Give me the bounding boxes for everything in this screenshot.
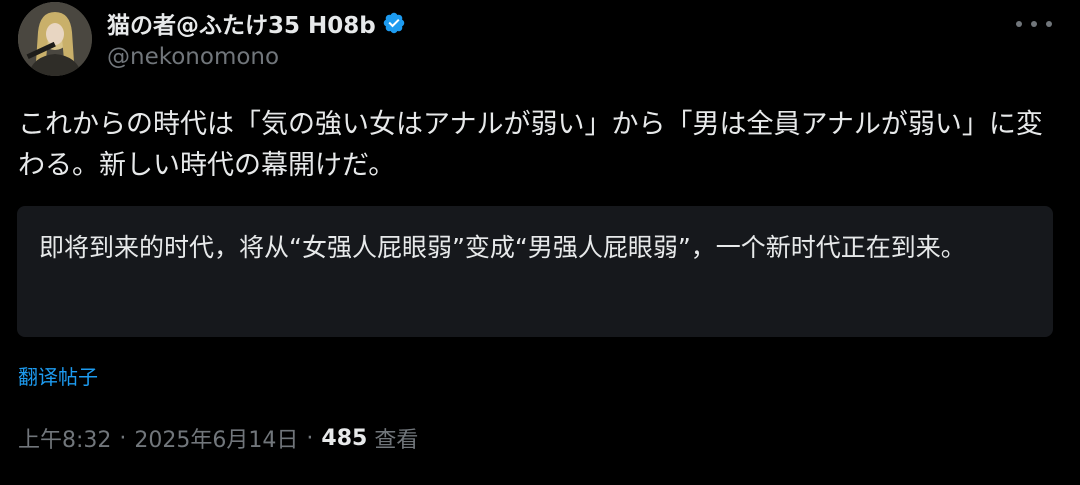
translation-text: 即将到来的时代，将从“女强人屁眼弱”变成“男强人屁眼弱”，一个新时代正在到来。 bbox=[39, 233, 966, 262]
more-dot bbox=[1016, 21, 1022, 27]
avatar[interactable] bbox=[18, 2, 92, 76]
views-count[interactable]: 485 bbox=[321, 426, 367, 451]
avatar-image bbox=[18, 2, 92, 76]
tweet-text: これからの時代は「気の強い女はアナルが弱い」から「男は全員アナルが弱い」に変わる… bbox=[18, 109, 1043, 181]
views-label: 查看 bbox=[374, 428, 419, 453]
author-display-name[interactable]: 猫の者@ふたけ35 H08b bbox=[107, 6, 376, 40]
more-dot bbox=[1046, 21, 1052, 27]
translation-box: 即将到来的时代，将从“女强人屁眼弱”变成“男强人屁眼弱”，一个新时代正在到来。 bbox=[17, 206, 1053, 337]
verified-badge-icon[interactable] bbox=[382, 11, 406, 35]
meta-separator: · bbox=[306, 425, 314, 451]
tweet-time[interactable]: 上午8:32 bbox=[18, 422, 111, 454]
author-handle[interactable]: @nekonomono bbox=[107, 44, 279, 70]
more-options-icon[interactable] bbox=[1016, 16, 1052, 32]
author-name-row: 猫の者@ふたけ35 H08b bbox=[107, 6, 406, 40]
tweet-date[interactable]: 2025年6月14日 bbox=[134, 422, 298, 454]
tweet-meta: 上午8:32 · 2025年6月14日 · 485 查看 bbox=[18, 422, 419, 454]
more-dot bbox=[1031, 21, 1037, 27]
meta-separator: · bbox=[119, 425, 127, 451]
translate-post-link[interactable]: 翻译帖子 bbox=[18, 361, 98, 390]
